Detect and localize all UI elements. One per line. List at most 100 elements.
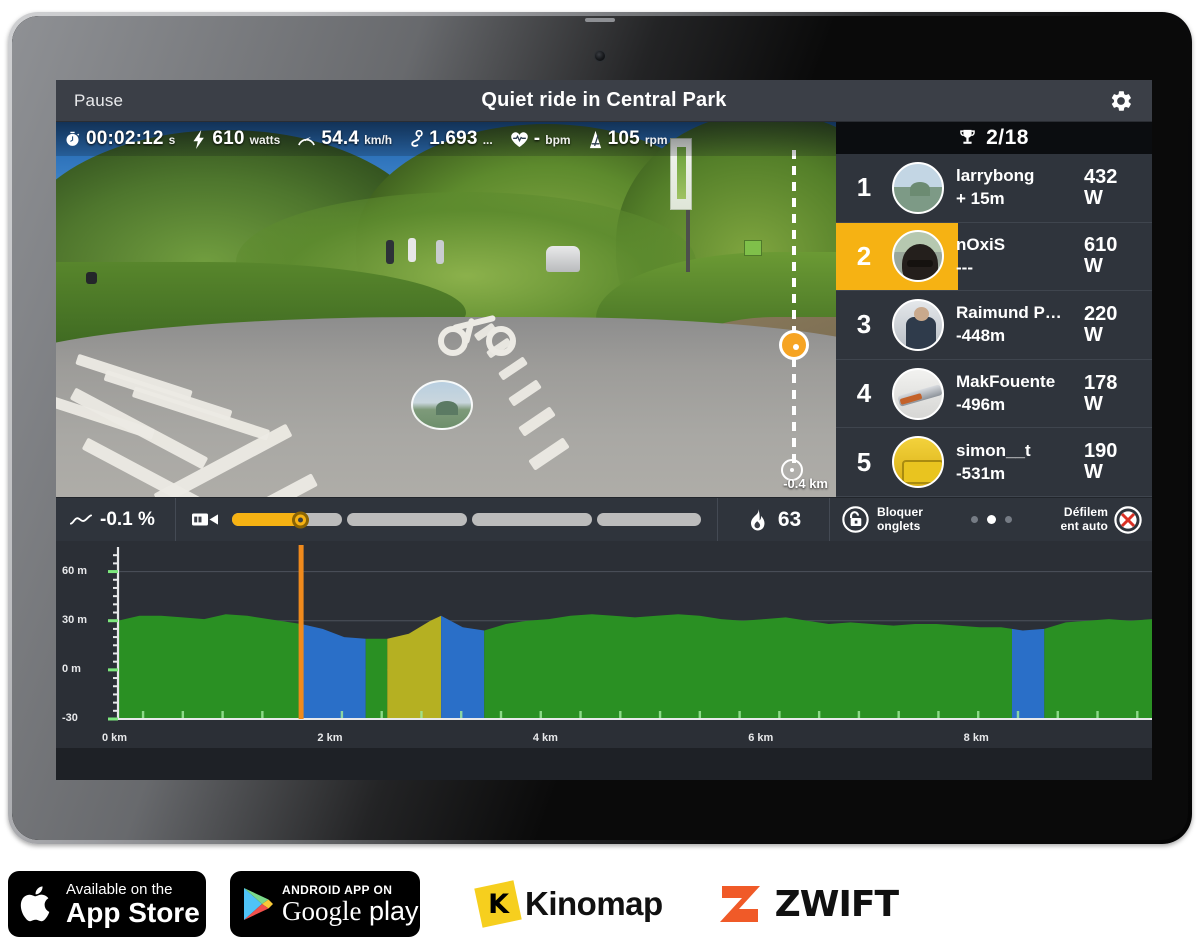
page-dot[interactable] [1005, 516, 1013, 523]
stat-unit: bpm [545, 133, 571, 147]
parked-car [546, 246, 580, 272]
y-axis-tick-label: -30 [62, 712, 78, 724]
app-store-badge[interactable]: Available on the App Store [8, 871, 206, 937]
tablet-device-frame: Pause Quiet ride in Central Park -0.4 km… [8, 12, 1192, 844]
cyclist [408, 238, 416, 262]
zwift-mark-icon [719, 886, 760, 922]
page-dot-active[interactable] [987, 515, 997, 524]
rank-number: 5 [856, 446, 872, 477]
chart-position-marker [298, 545, 304, 719]
leaderboard-row[interactable]: 1 larrybong + 15m 432 W [836, 154, 1152, 223]
avatar [892, 230, 944, 283]
page-indicator-dots[interactable] [971, 515, 1013, 524]
stat-unit: km/h [364, 133, 393, 147]
video-segments[interactable] [232, 511, 701, 528]
kinomap-logo[interactable]: K Kinomap [474, 880, 663, 928]
stats-overlay: 00:02:12 s 610 watts 54.4 km/h 1.693 ...… [56, 122, 836, 156]
rider-gap: -496m [956, 395, 1006, 415]
leaderboard-row[interactable]: 3 Raimund P… -448m 220 W [836, 291, 1152, 360]
front-camera-icon [594, 50, 606, 62]
avatar [892, 161, 944, 214]
rider-info: nOxiS --- [956, 235, 1084, 278]
elevation-position-slider[interactable] [779, 150, 809, 481]
rider-name: Raimund P… [956, 303, 1062, 323]
power-unit: W [1084, 186, 1103, 209]
rider-gap: --- [956, 257, 973, 277]
slider-track [792, 150, 796, 470]
chart-segment-blue [301, 624, 366, 719]
rider-power: 190 W [1084, 441, 1142, 483]
autoscroll-label-line2: ent auto [1060, 518, 1108, 533]
video-segment[interactable] [471, 513, 592, 526]
stat-distance: 1.693 ... [401, 128, 502, 150]
cyclist [386, 240, 394, 264]
rider-info: simon__t -531m [956, 441, 1084, 484]
slider-distance-label: -0.4 km [783, 476, 828, 491]
stat-value: 1.693 [429, 128, 478, 149]
video-segment[interactable] [596, 513, 701, 526]
slider-handle[interactable] [779, 330, 809, 360]
calories-indicator: 63 [718, 498, 830, 541]
zwift-logo[interactable]: ZWIFT [717, 882, 899, 926]
rider-avatar-bubble[interactable] [411, 380, 473, 430]
rider-gap: -531m [956, 463, 1006, 483]
leaderboard-row[interactable]: 5 simon__t -531m 190 W [836, 428, 1152, 497]
google-play-badge[interactable]: ANDROID APP ON Google play [230, 871, 420, 937]
speaker-grille-icon [585, 18, 615, 22]
lock-tabs-button[interactable]: Bloquer onglets [842, 505, 923, 534]
video-panel[interactable]: -0.4 km 00:02:12 s 610 watts 54.4 km/h 1… [56, 122, 836, 497]
settings-button[interactable] [1108, 88, 1134, 114]
flame-icon [750, 508, 765, 530]
pause-button[interactable]: Pause [74, 91, 123, 111]
power-value: 610 [1084, 234, 1118, 257]
avatar [892, 298, 944, 351]
video-seek-handle[interactable] [292, 511, 310, 528]
gear-icon [1111, 90, 1131, 111]
google-play-line2: Google play [282, 895, 419, 926]
stat-power: 610 watts [184, 128, 289, 150]
video-segment-active[interactable] [232, 511, 342, 528]
elevation-profile-chart[interactable]: 60 m 30 m 0 m -30 0 km 2 km 4 km 6 km 8 … [56, 541, 1152, 748]
stat-unit: watts [249, 133, 281, 147]
title-bar: Pause Quiet ride in Central Park [56, 80, 1152, 122]
rank-number: 1 [856, 172, 872, 203]
x-axis-tick-label: 4 km [532, 732, 558, 744]
kinomap-label: Kinomap [525, 885, 663, 922]
autoscroll-label-line1: Défilem [1063, 504, 1108, 519]
bike-lane-symbol [436, 312, 526, 362]
slope-icon [70, 514, 92, 525]
video-segment[interactable] [346, 513, 467, 526]
lock-tabs-label: Bloquer onglets [877, 505, 923, 534]
page-dot[interactable] [971, 516, 979, 523]
chart-segment-yellow [387, 615, 442, 719]
app-store-line2: App Store [66, 896, 200, 928]
leaderboard-row[interactable]: 4 MakFouente -496m 178 W [836, 360, 1152, 429]
calories-value: 63 [777, 507, 802, 531]
store-badges-row: Available on the App Store ANDROID APP O… [0, 864, 1200, 944]
y-axis-tick-label: 30 m [62, 613, 88, 626]
power-unit: W [1084, 392, 1103, 415]
speedometer-icon [297, 131, 316, 148]
leaderboard-row-current-user[interactable]: 2 nOxiS --- 610 W [836, 222, 1152, 292]
no-autoscroll-icon [1114, 505, 1142, 534]
google-play-word2: play [369, 895, 419, 926]
leaderboard-panel: 2/18 1 larrybong + 15m 432 W 2 nOxiS ---… [836, 122, 1152, 497]
chart-segment-green [1044, 619, 1152, 719]
power-value: 178 [1084, 371, 1118, 394]
video-progress-control[interactable] [176, 498, 718, 541]
chart-segment-green [118, 614, 302, 719]
rider-gap: + 15m [956, 189, 1005, 209]
rider-power: 178 W [1084, 371, 1142, 415]
cadence-icon [588, 130, 603, 149]
stat-elapsed-time: 00:02:12 s [56, 128, 184, 150]
route-icon [409, 129, 424, 149]
rider-name: larrybong [956, 166, 1035, 186]
autoscroll-button[interactable]: Défilem ent auto [1060, 504, 1142, 534]
chart-segment-blue [1011, 628, 1045, 719]
cyclist [436, 240, 444, 264]
rider-power: 220 W [1084, 303, 1142, 346]
stat-unit: ... [482, 133, 493, 147]
rider-gap: -448m [956, 326, 1006, 346]
chart-segment-blue [441, 615, 485, 719]
kinomap-mark-icon: K [474, 880, 522, 928]
